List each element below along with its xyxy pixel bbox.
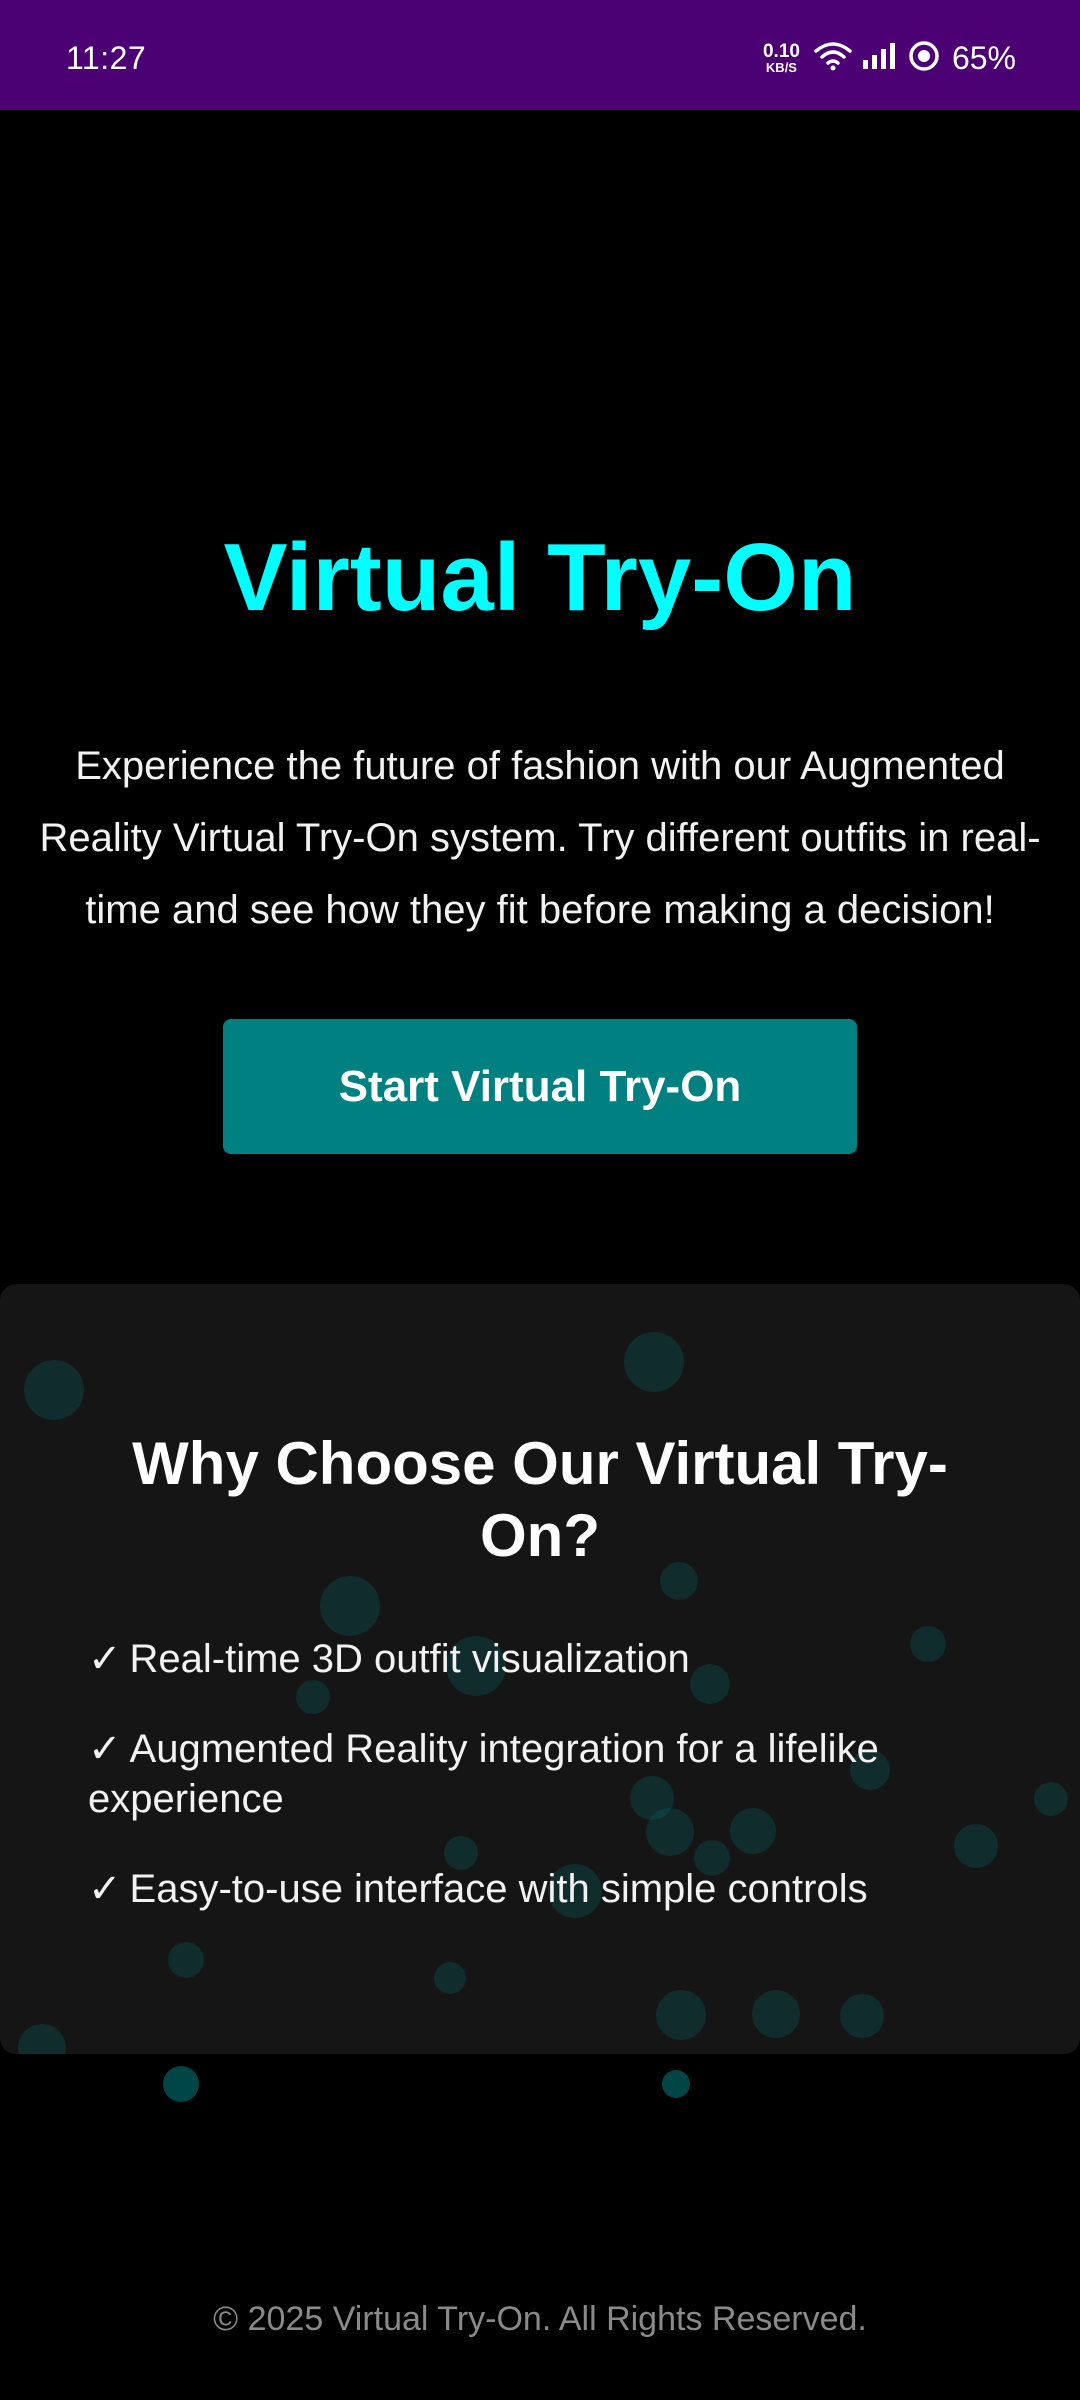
decorative-bubble (840, 1994, 884, 2038)
decorative-bubble (163, 2066, 199, 2102)
decorative-bubble (656, 1990, 706, 2040)
start-virtual-try-on-button[interactable]: Start Virtual Try-On (223, 1019, 857, 1154)
network-speed: 0.10 KB/S (763, 42, 800, 74)
battery-percent: 65% (951, 39, 1016, 76)
wifi-icon (814, 41, 852, 76)
feature-item: ✓ Augmented Reality integration for a lif… (88, 1724, 988, 1824)
feature-item: ✓ Easy-to-use interface with simple contr… (88, 1864, 988, 1914)
decorative-bubble (320, 1576, 380, 1636)
check-icon: ✓ (88, 1866, 122, 1912)
decorative-bubble (18, 2024, 66, 2054)
decorative-bubble (1034, 1782, 1068, 1816)
network-speed-value: 0.10 (762, 41, 800, 62)
decorative-bubble (24, 1360, 84, 1420)
network-speed-unit: KB/S (765, 60, 797, 75)
feature-item: ✓ Real-time 3D outfit visualization (88, 1634, 988, 1684)
feature-text: Real-time 3D outfit visualization (129, 1637, 690, 1681)
hero-description: Experience the future of fashion with ou… (39, 744, 1041, 932)
footer-copyright: © 2025 Virtual Try-On. All Rights Reserv… (213, 2300, 867, 2338)
feature-text: Augmented Reality integration for a life… (88, 1727, 879, 1821)
decorative-bubble (752, 1990, 800, 2038)
battery-ring-icon (908, 40, 940, 77)
decorative-bubble (662, 2070, 690, 2098)
decorative-bubble (434, 1962, 466, 1994)
features-title: Why Choose Our Virtual Try-On? (132, 1430, 948, 1569)
page-title: Virtual Try-On (223, 524, 857, 631)
decorative-bubble (624, 1332, 684, 1392)
status-bar: 11:27 0.10 KB/S 65% (0, 0, 1080, 110)
features-list: ✓ Real-time 3D outfit visualization ✓ Augm… (88, 1634, 988, 1954)
status-time: 11:27 (66, 40, 147, 76)
status-icons: 0.10 KB/S 65% (763, 38, 1016, 78)
feature-text: Easy-to-use interface with simple contro… (129, 1867, 868, 1911)
check-icon: ✓ (88, 1636, 122, 1682)
check-icon: ✓ (88, 1726, 122, 1772)
features-card: Why Choose Our Virtual Try-On? ✓ Real-tim… (0, 1284, 1080, 2054)
signal-icon (862, 42, 898, 75)
